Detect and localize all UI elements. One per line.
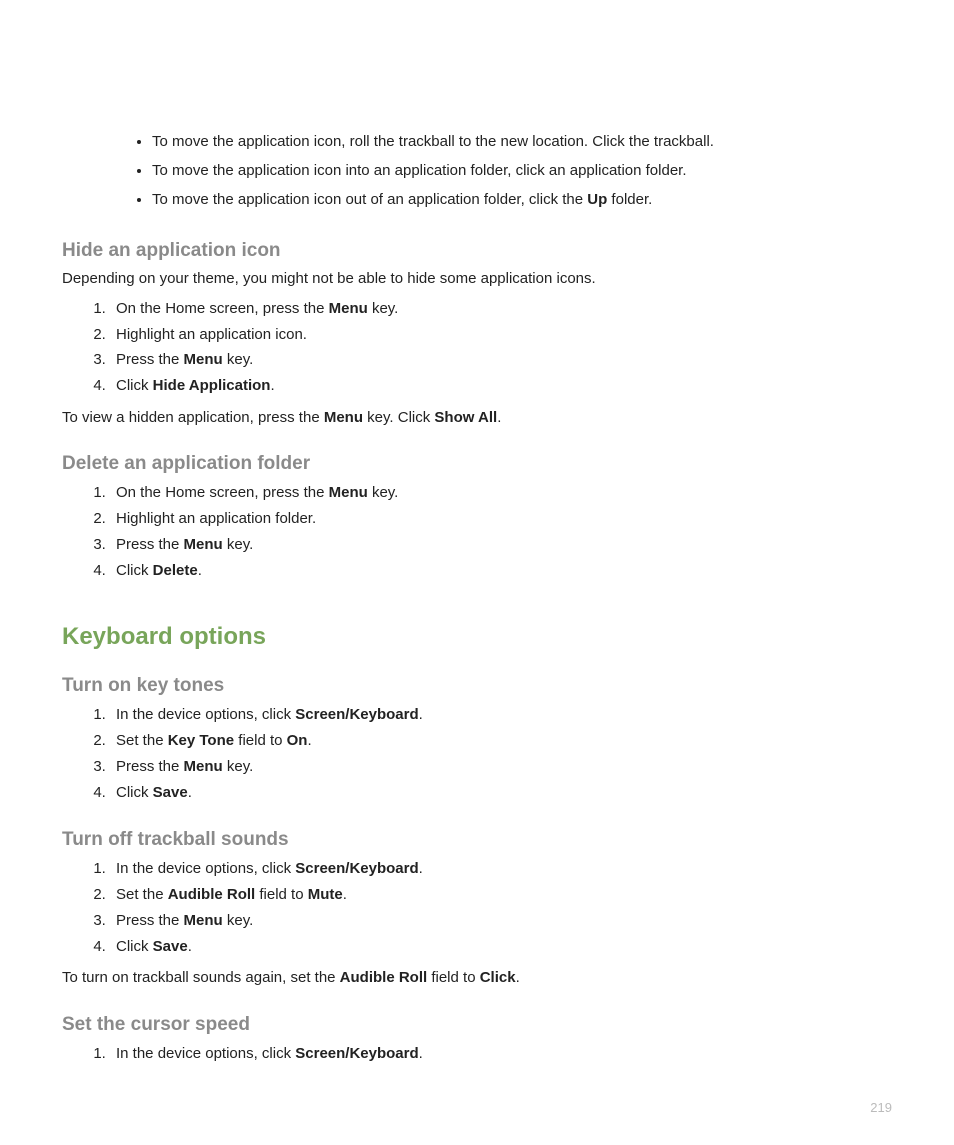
step-item: Set the Audible Roll field to Mute. [110,883,892,908]
step-item: Click Save. [110,781,892,806]
step-item: Highlight an application icon. [110,323,892,348]
heading-hide: Hide an application icon [62,240,892,262]
bullet-item: To move the application icon, roll the t… [152,130,892,155]
bullet-text-bold: Up [587,191,607,208]
step-item: Press the Menu key. [110,909,892,934]
step-item: In the device options, click Screen/Keyb… [110,857,892,882]
heading-trackball: Turn off trackball sounds [62,829,892,851]
bullet-text-pre: To move the application icon out of an a… [152,191,587,208]
bullet-text: To move the application icon, roll the t… [152,133,714,150]
page-number: 219 [870,1100,892,1115]
step-item: Set the Key Tone field to On. [110,729,892,754]
heading-delete: Delete an application folder [62,453,892,475]
step-item: On the Home screen, press the Menu key. [110,481,892,506]
heading-keytones: Turn on key tones [62,675,892,697]
trackball-steps: In the device options, click Screen/Keyb… [62,857,892,959]
step-item: Highlight an application folder. [110,507,892,532]
step-item: On the Home screen, press the Menu key. [110,297,892,322]
bullet-text-post: folder. [607,191,652,208]
bullet-item: To move the application icon into an app… [152,159,892,184]
bullet-item: To move the application icon out of an a… [152,188,892,213]
step-item: Press the Menu key. [110,533,892,558]
bullet-text: To move the application icon into an app… [152,162,687,179]
step-item: Click Hide Application. [110,374,892,399]
trackball-after: To turn on trackball sounds again, set t… [62,967,892,990]
cursor-steps: In the device options, click Screen/Keyb… [62,1042,892,1067]
step-item: In the device options, click Screen/Keyb… [110,703,892,728]
hide-steps: On the Home screen, press the Menu key. … [62,297,892,399]
heading-keyboard-options: Keyboard options [62,623,892,651]
step-item: Click Save. [110,935,892,960]
hide-after: To view a hidden application, press the … [62,407,892,430]
hide-intro: Depending on your theme, you might not b… [62,268,892,291]
keytones-steps: In the device options, click Screen/Keyb… [62,703,892,805]
document-page: To move the application icon, roll the t… [0,0,954,1145]
step-item: In the device options, click Screen/Keyb… [110,1042,892,1067]
step-item: Press the Menu key. [110,348,892,373]
step-item: Click Delete. [110,559,892,584]
delete-steps: On the Home screen, press the Menu key. … [62,481,892,583]
step-item: Press the Menu key. [110,755,892,780]
intro-bullet-list: To move the application icon, roll the t… [62,130,892,212]
heading-cursor: Set the cursor speed [62,1014,892,1036]
